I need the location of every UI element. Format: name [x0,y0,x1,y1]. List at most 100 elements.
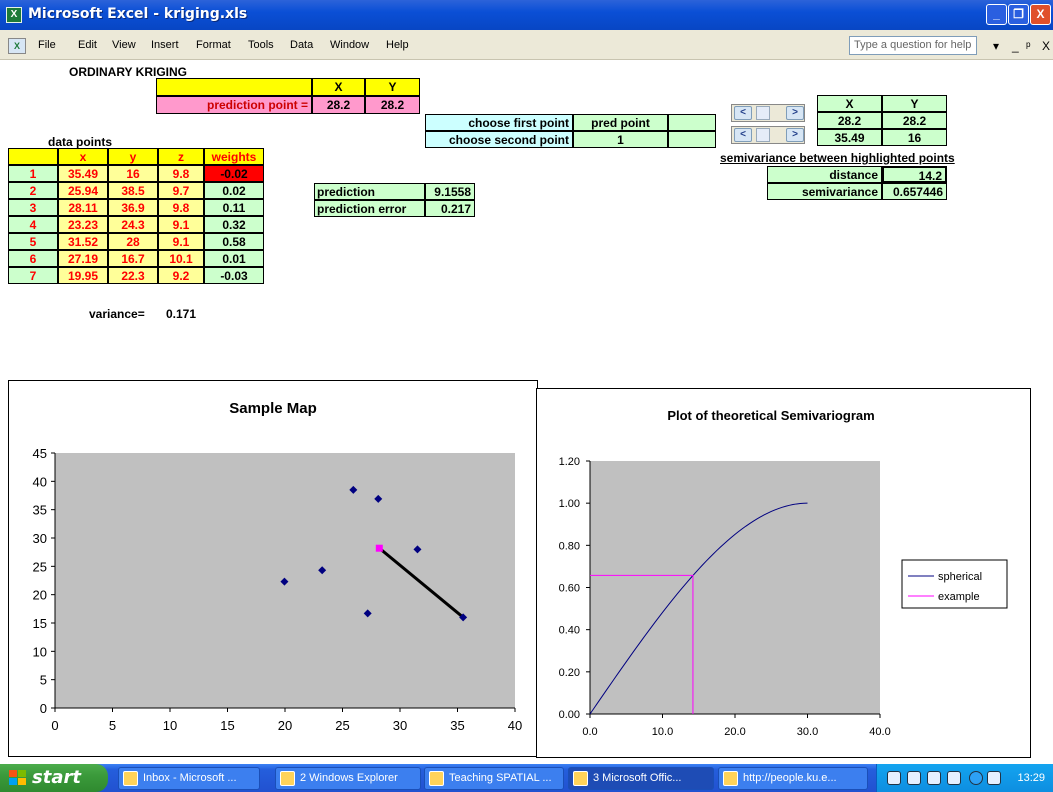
semivariogram-chart[interactable]: Plot of theoretical Semivariogram 0.0 10.… [536,388,1031,758]
table-cell-y[interactable]: 16 [108,165,158,182]
table-cell-x[interactable]: 31.52 [58,233,108,250]
sel-r2-y[interactable]: 16 [882,129,947,146]
x-tick-label: 10.0 [652,726,673,738]
x-tick-label: 35 [450,718,464,733]
display-icon[interactable] [907,771,921,785]
menu-format[interactable]: Format [196,39,231,51]
start-button[interactable]: start [0,764,108,792]
table-cell-x[interactable]: 35.49 [58,165,108,182]
taskbar-task[interactable]: Teaching SPATIAL ... [424,767,564,790]
menu-tools[interactable]: Tools [248,39,274,51]
table-cell-x[interactable]: 19.95 [58,267,108,284]
workbook-close-button[interactable]: X [1042,39,1050,53]
y-tick-label: 0.00 [559,709,580,721]
taskbar-task[interactable]: 2 Windows Explorer [275,767,421,790]
minimize-button[interactable]: _ [986,4,1007,25]
table-cell-x[interactable]: 23.23 [58,216,108,233]
back-arrow-icon[interactable] [969,771,983,785]
network-icon[interactable] [887,771,901,785]
sel-r1-x[interactable]: 28.2 [817,112,882,129]
spinner-thumb[interactable] [756,128,770,142]
help-icon[interactable] [927,771,941,785]
pred-y-cell[interactable]: 28.2 [365,96,420,114]
table-cell-id[interactable]: 7 [8,267,58,284]
table-cell-x[interactable]: 25.94 [58,182,108,199]
y-tick-label: 5 [40,673,47,688]
table-cell-z[interactable]: 9.1 [158,216,204,233]
first-point-spinner[interactable]: < > [731,104,805,122]
table-cell-y[interactable]: 36.9 [108,199,158,216]
table-cell-w[interactable]: 0.02 [204,182,264,199]
table-cell-w[interactable]: -0.03 [204,267,264,284]
table-cell-x[interactable]: 28.11 [58,199,108,216]
table-cell-y[interactable]: 28 [108,233,158,250]
table-cell-id[interactable]: 4 [8,216,58,233]
volume-icon[interactable] [987,771,1001,785]
menu-edit[interactable]: Edit [78,39,97,51]
menu-file[interactable]: File [38,39,56,51]
menu-help[interactable]: Help [386,39,409,51]
table-cell-y[interactable]: 38.5 [108,182,158,199]
semivariance-value[interactable]: 0.657446 [882,183,947,200]
menu-window[interactable]: Window [330,39,369,51]
close-button[interactable]: X [1030,4,1051,25]
table-cell-y[interactable]: 24.3 [108,216,158,233]
menu-view[interactable]: View [112,39,136,51]
spin-left-arrow-icon[interactable]: < [734,106,752,120]
menu-data[interactable]: Data [290,39,313,51]
table-cell-z[interactable]: 9.2 [158,267,204,284]
table-cell-w[interactable]: 0.58 [204,233,264,250]
distance-value[interactable]: 14.2 [882,166,947,183]
prediction-error-label: prediction error [314,200,425,217]
table-cell-y[interactable]: 22.3 [108,267,158,284]
table-cell-w[interactable]: -0.02 [204,165,264,182]
spin-right-arrow-icon[interactable]: > [786,128,804,142]
spin-left-arrow-icon[interactable]: < [734,128,752,142]
choose-first-value[interactable]: pred point [573,114,668,131]
taskbar-task[interactable]: Inbox - Microsoft ... [118,767,260,790]
menu-insert[interactable]: Insert [151,39,179,51]
pred-x-cell[interactable]: 28.2 [312,96,365,114]
workbook-minimize-button[interactable]: _ [1012,39,1019,53]
help-dropdown-icon[interactable]: ▾ [993,39,999,53]
taskbar-task[interactable]: http://people.ku.e... [718,767,868,790]
table-cell-id[interactable]: 6 [8,250,58,267]
x-tick-label: 0.0 [582,726,597,738]
legend-label: spherical [938,571,982,583]
restore-button[interactable]: ❐ [1008,4,1029,25]
spin-right-arrow-icon[interactable]: > [786,106,804,120]
table-cell-z[interactable]: 10.1 [158,250,204,267]
table-cell-w[interactable]: 0.32 [204,216,264,233]
prediction-value[interactable]: 9.1558 [425,183,475,200]
table-cell-y[interactable]: 16.7 [108,250,158,267]
workbook-restore-button[interactable]: ᵖ [1026,39,1031,53]
table-cell-id[interactable]: 3 [8,199,58,216]
sel-header-y: Y [882,95,947,112]
table-cell-id[interactable]: 2 [8,182,58,199]
excel-app-icon[interactable]: X [6,7,22,23]
taskbar: start Inbox - Microsoft ... 2 Windows Exp… [0,764,1053,792]
prediction-error-value[interactable]: 0.217 [425,200,475,217]
table-cell-id[interactable]: 1 [8,165,58,182]
help-search-input[interactable]: Type a question for help [849,36,977,55]
table-cell-z[interactable]: 9.1 [158,233,204,250]
table-cell-w[interactable]: 0.01 [204,250,264,267]
second-point-spinner[interactable]: < > [731,126,805,144]
spinner-thumb[interactable] [756,106,770,120]
sel-r2-x[interactable]: 35.49 [817,129,882,146]
workbook-icon[interactable]: X [8,38,26,54]
sel-r1-y[interactable]: 28.2 [882,112,947,129]
table-cell-id[interactable]: 5 [8,233,58,250]
table-cell-w[interactable]: 0.11 [204,199,264,216]
choose-second-blank [668,131,716,148]
taskbar-task[interactable]: 3 Microsoft Offic... [568,767,714,790]
table-cell-z[interactable]: 9.8 [158,199,204,216]
choose-second-value[interactable]: 1 [573,131,668,148]
variance-value: 0.171 [166,307,197,321]
table-cell-x[interactable]: 27.19 [58,250,108,267]
sample-map-chart[interactable]: Sample Map 0 5 10 15 20 25 30 35 40 0 5 10 15 20 25 30 3… [8,380,538,757]
x-tick-label: 25 [335,718,349,733]
usb-icon[interactable] [947,771,961,785]
table-cell-z[interactable]: 9.7 [158,182,204,199]
table-cell-z[interactable]: 9.8 [158,165,204,182]
